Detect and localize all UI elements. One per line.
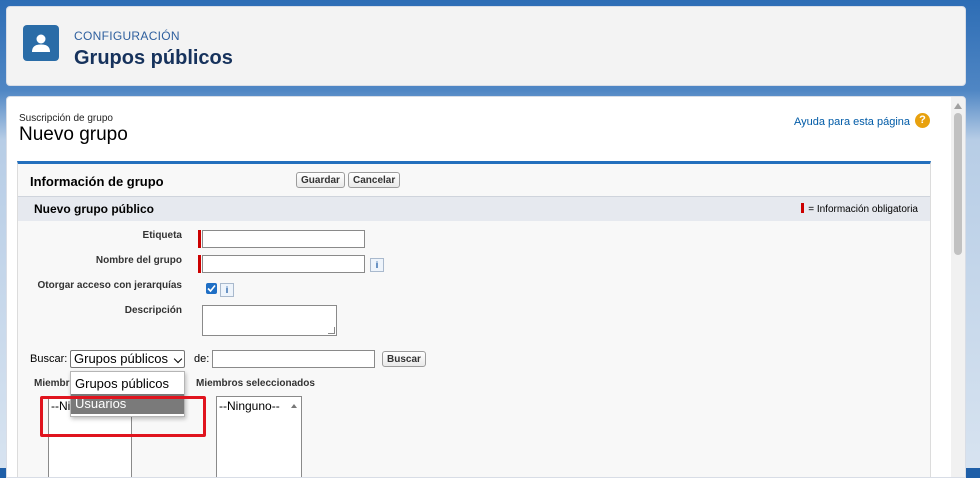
description-textarea[interactable] [202, 305, 337, 336]
selected-members-list[interactable]: --Ninguno-- [216, 396, 302, 477]
label-field-label: Etiqueta [142, 230, 182, 241]
info-icon[interactable]: i [220, 283, 234, 297]
scroll-up-arrow-icon[interactable] [954, 103, 962, 109]
scroll-up-icon [291, 404, 297, 408]
de-label: de: [194, 353, 210, 365]
required-legend-text: = Información obligatoria [808, 204, 918, 215]
dropdown-option-grupos[interactable]: Grupos públicos [71, 374, 184, 394]
search-input[interactable] [212, 350, 375, 368]
hierarchy-field-label: Otorgar acceso con jerarquías [37, 280, 182, 291]
main-content: Suscripción de grupo Nuevo grupo Ayuda p… [6, 96, 966, 478]
panel-title: Información de grupo [30, 174, 164, 189]
group-name-field-label: Nombre del grupo [95, 255, 182, 266]
hierarchy-checkbox[interactable] [206, 283, 217, 294]
required-marker [198, 255, 201, 273]
page-title: Nuevo grupo [19, 124, 128, 145]
cancel-button[interactable]: Cancelar [348, 172, 401, 188]
group-name-input[interactable] [202, 255, 365, 273]
section-title: Nuevo grupo público [34, 202, 154, 216]
label-input[interactable] [202, 230, 365, 248]
header-eyebrow: CONFIGURACIÓN [74, 29, 180, 43]
setup-header: CONFIGURACIÓN Grupos públicos [6, 6, 966, 86]
search-label: Buscar: [30, 353, 68, 365]
user-icon [23, 25, 59, 61]
selected-placeholder: --Ninguno-- [219, 399, 280, 413]
help-link[interactable]: Ayuda para esta página [794, 116, 910, 128]
highlight-annotation [40, 396, 206, 437]
resize-handle[interactable] [328, 327, 335, 334]
vertical-scrollbar[interactable] [951, 97, 965, 477]
chevron-down-icon [173, 354, 183, 364]
group-info-panel: Información de grupo Guardar Cancelar Nu… [17, 161, 931, 477]
search-type-select[interactable]: Grupos públicos [70, 350, 185, 368]
required-marker [198, 230, 201, 248]
search-type-value: Grupos públicos [74, 351, 168, 366]
scrollbar-thumb[interactable] [954, 113, 962, 255]
search-button[interactable]: Buscar [382, 351, 426, 367]
save-button[interactable]: Guardar [296, 172, 345, 188]
help-icon[interactable]: ? [915, 113, 930, 128]
available-members-label: Miembr [34, 378, 70, 389]
section-header: Nuevo grupo público = Información obliga… [18, 196, 930, 221]
header-title: Grupos públicos [74, 47, 233, 69]
required-legend: = Información obligatoria [801, 203, 918, 215]
selected-members-label: Miembros seleccionados [196, 378, 315, 389]
info-icon[interactable]: i [370, 258, 384, 272]
description-field-label: Descripción [124, 305, 182, 316]
required-marker [801, 203, 805, 213]
page-eyebrow: Suscripción de grupo [19, 113, 113, 124]
